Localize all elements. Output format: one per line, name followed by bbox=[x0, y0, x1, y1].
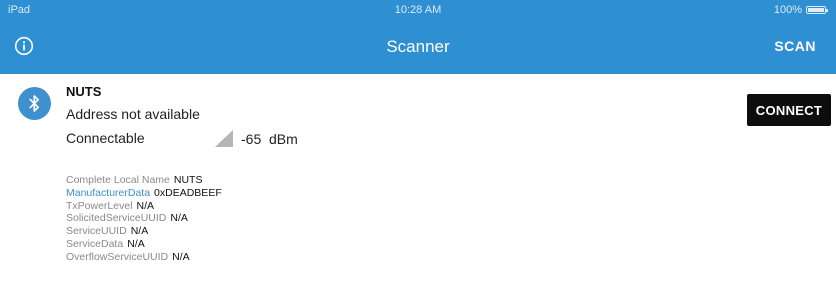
scan-button[interactable]: SCAN bbox=[774, 38, 816, 54]
status-time: 10:28 AM bbox=[394, 4, 442, 16]
battery-fill bbox=[808, 8, 824, 12]
status-right-group: 100% bbox=[773, 4, 828, 16]
nav-bar: Scanner SCAN bbox=[0, 20, 836, 74]
status-bar: iPad 10:28 AM 100% bbox=[0, 0, 836, 20]
advertisement-key: SolicitedServiceUUID bbox=[66, 212, 167, 225]
advertisement-value: N/A bbox=[127, 237, 145, 250]
connect-button[interactable]: CONNECT bbox=[747, 94, 831, 126]
advertisement-value: 0xDEADBEEF bbox=[154, 186, 222, 199]
advertisement-key: ManufacturerData bbox=[66, 186, 151, 199]
battery-icon bbox=[806, 6, 828, 14]
nav-title: Scanner bbox=[386, 37, 450, 56]
advertisement-data-list: Complete Local Name NUTS ManufacturerData 0… bbox=[66, 174, 222, 264]
advertisement-row: SolicitedServiceUUID N/A bbox=[66, 212, 222, 225]
battery-percent: 100% bbox=[773, 4, 802, 16]
advertisement-row: Complete Local Name NUTS bbox=[66, 174, 222, 187]
advertisement-key: TxPowerLevel bbox=[66, 199, 133, 212]
signal-strength-icon bbox=[215, 130, 233, 147]
rssi-indicator: -65 dBm bbox=[213, 129, 298, 148]
device-list-item[interactable]: NUTS Address not available Connectable -… bbox=[0, 74, 836, 293]
rssi-number: -65 bbox=[241, 130, 262, 147]
advertisement-key: ServiceUUID bbox=[66, 225, 127, 238]
advertisement-key: OverflowServiceUUID bbox=[66, 250, 169, 263]
device-address: Address not available bbox=[66, 106, 200, 122]
device-name: NUTS bbox=[66, 84, 102, 99]
advertisement-value: N/A bbox=[170, 212, 188, 225]
advertisement-row: TxPowerLevel N/A bbox=[66, 200, 222, 213]
advertisement-row: ManufacturerData 0xDEADBEEF bbox=[66, 187, 222, 200]
advertisement-key: Complete Local Name bbox=[66, 174, 170, 186]
advertisement-value: N/A bbox=[130, 225, 149, 238]
rssi-unit: dBm bbox=[269, 130, 298, 147]
scanner-screen: iPad 10:28 AM 100% Scanner SCAN NUTS Add… bbox=[0, 0, 836, 293]
app-header: iPad 10:28 AM 100% Scanner SCAN bbox=[0, 0, 836, 74]
advertisement-value: N/A bbox=[136, 199, 155, 212]
bluetooth-icon bbox=[18, 87, 51, 120]
advertisement-key: ServiceData bbox=[66, 237, 124, 250]
connectable-label: Connectable bbox=[66, 130, 145, 146]
advertisement-row: OverflowServiceUUID N/A bbox=[66, 251, 222, 264]
advertisement-row: ServiceUUID N/A bbox=[66, 225, 222, 238]
advertisement-row: ServiceData N/A bbox=[66, 238, 222, 251]
advertisement-value: N/A bbox=[172, 250, 190, 263]
advertisement-value: NUTS bbox=[173, 174, 203, 186]
rssi-value: -65 dBm bbox=[241, 131, 298, 147]
